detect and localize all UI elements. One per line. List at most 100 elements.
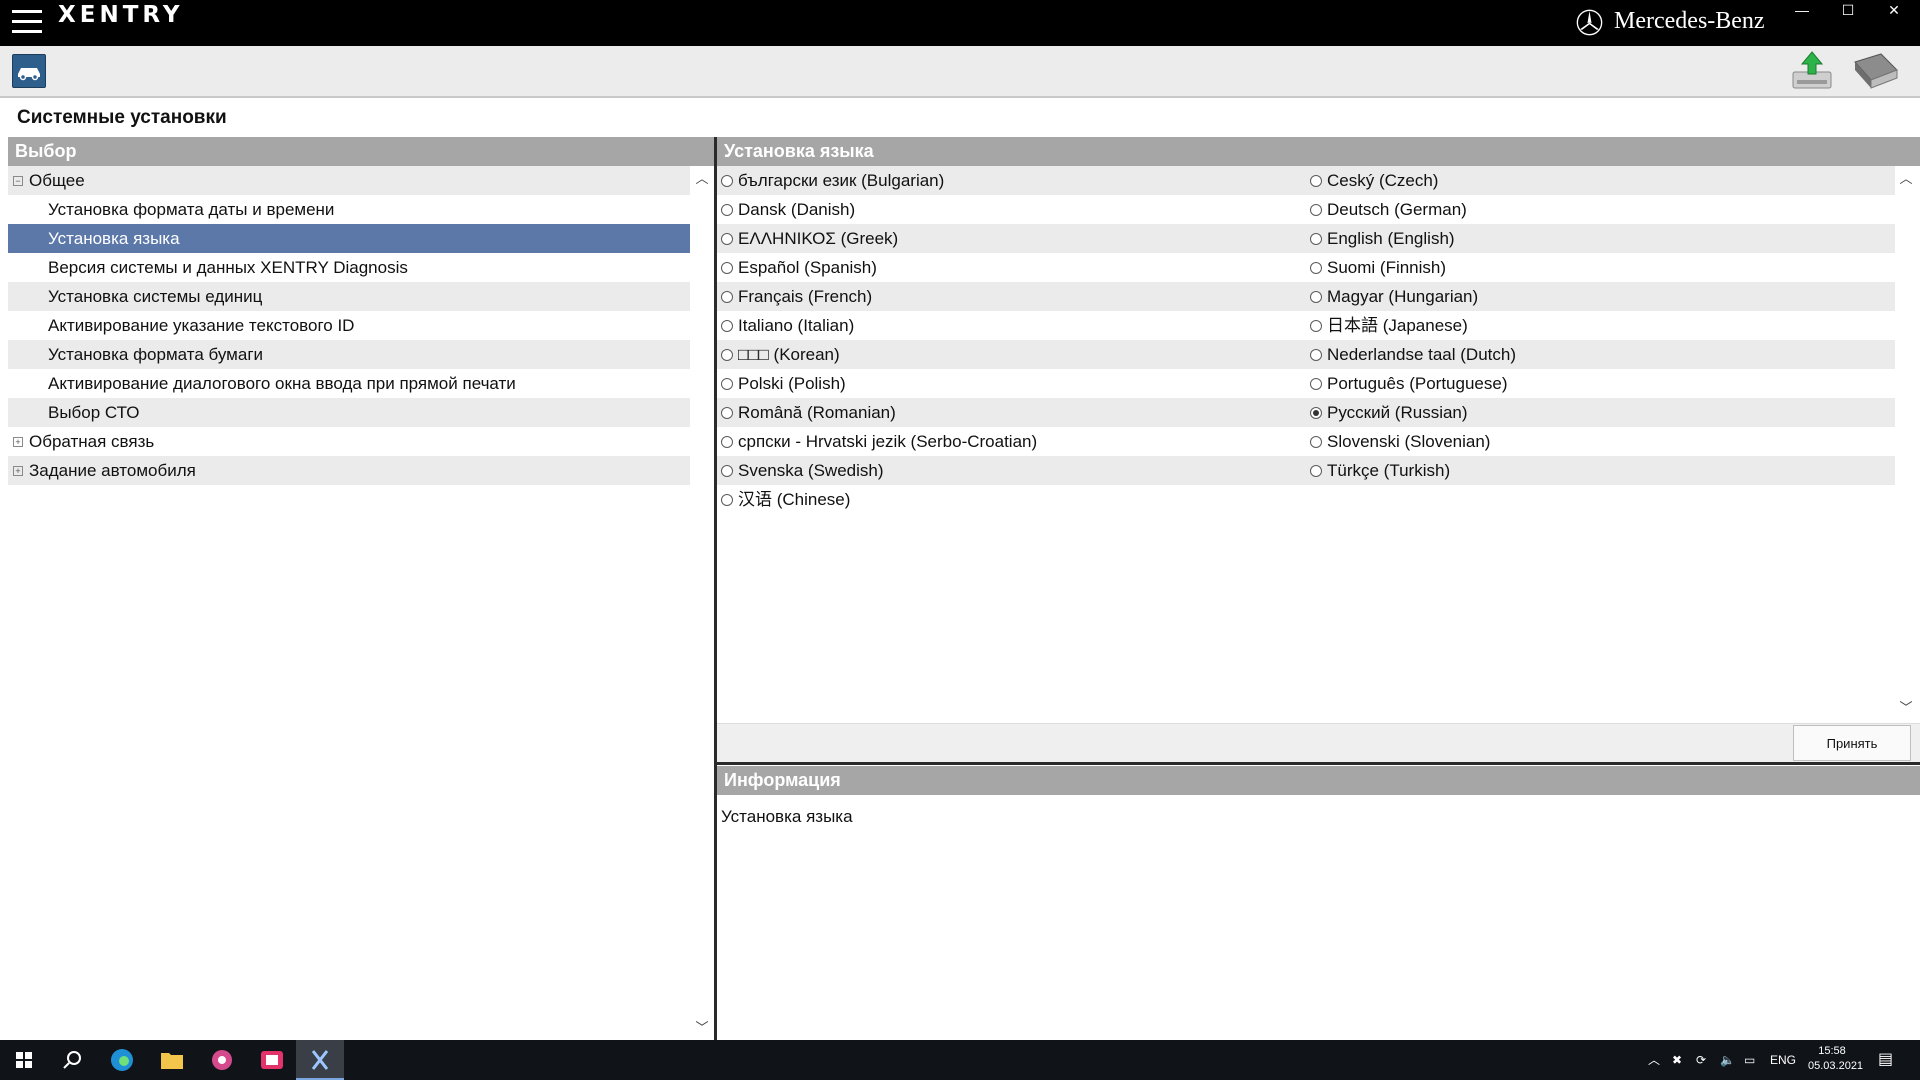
tree-item[interactable]: Активирование диалогового окна ввода при… <box>8 369 690 398</box>
expand-icon[interactable]: + <box>13 437 23 447</box>
language-option[interactable]: Français (French) <box>717 282 1306 311</box>
taskbar-explorer[interactable] <box>148 1040 196 1080</box>
radio-button[interactable] <box>721 291 733 303</box>
radio-button[interactable] <box>721 436 733 448</box>
radio-button[interactable] <box>721 262 733 274</box>
taskbar-search-button[interactable] <box>48 1040 96 1080</box>
tree-item-label: Обратная связь <box>29 432 155 451</box>
tree-item[interactable]: − Общее <box>8 166 690 195</box>
language-option[interactable]: српски - Hrvatski jezik (Serbo-Croatian) <box>717 427 1306 456</box>
radio-button[interactable] <box>1310 204 1322 216</box>
language-label: српски - Hrvatski jezik (Serbo-Croatian) <box>738 432 1038 451</box>
language-label: □□□ (Korean) <box>738 345 840 364</box>
radio-button[interactable] <box>721 378 733 390</box>
tree-item[interactable]: + Задание автомобиля <box>8 456 690 485</box>
input-language[interactable]: ENG <box>1770 1040 1796 1080</box>
radio-button[interactable] <box>721 233 733 245</box>
language-label: български език (Bulgarian) <box>738 171 945 190</box>
start-button[interactable] <box>0 1040 48 1080</box>
mercedes-star-icon <box>1576 9 1603 36</box>
radio-button[interactable] <box>1310 378 1322 390</box>
radio-button[interactable] <box>721 407 733 419</box>
language-option[interactable]: 汉语 (Chinese) <box>717 485 1306 514</box>
taskbar-edge[interactable] <box>98 1040 146 1080</box>
language-option[interactable]: Slovenski (Slovenian) <box>1306 427 1895 456</box>
taskbar-xentry[interactable] <box>296 1040 344 1080</box>
minimize-button[interactable]: — <box>1780 0 1824 22</box>
radio-button[interactable] <box>721 465 733 477</box>
radio-button[interactable] <box>1310 262 1322 274</box>
windows-icon <box>16 1052 32 1068</box>
language-scroll-down-icon[interactable]: ﹀ <box>1898 700 1914 716</box>
radio-button[interactable] <box>1310 436 1322 448</box>
network-icon[interactable]: ▭ <box>1744 1040 1755 1080</box>
accept-button[interactable]: Принять <box>1793 725 1911 761</box>
page-title: Системные установки <box>17 107 227 128</box>
tree-item[interactable]: Установка формата бумаги <box>8 340 690 369</box>
tray-overflow-icon[interactable]: ︿ <box>1648 1040 1660 1080</box>
radio-button[interactable] <box>721 175 733 187</box>
language-option[interactable]: Português (Portuguese) <box>1306 369 1895 398</box>
volume-icon[interactable]: 🔈 <box>1720 1040 1735 1080</box>
language-option[interactable]: Svenska (Swedish) <box>717 456 1306 485</box>
tree-item[interactable]: Версия системы и данных XENTRY Diagnosis <box>8 253 690 282</box>
language-option[interactable]: Türkçe (Turkish) <box>1306 456 1895 485</box>
vehicle-button[interactable] <box>12 54 46 88</box>
language-row: Polski (Polish) Português (Portuguese) <box>717 369 1895 398</box>
language-option[interactable]: Nederlandse taal (Dutch) <box>1306 340 1895 369</box>
language-option[interactable]: Ceský (Czech) <box>1306 166 1895 195</box>
tree-item-label: Активирование диалогового окна ввода при… <box>48 374 516 393</box>
expand-icon[interactable]: + <box>13 466 23 476</box>
tray-sync-icon[interactable]: ⟳ <box>1696 1040 1706 1080</box>
close-button[interactable]: ✕ <box>1872 0 1916 22</box>
tray-app-icon[interactable]: ✖ <box>1672 1040 1682 1080</box>
scroll-up-arrow-icon[interactable]: ︿ <box>694 171 710 187</box>
language-option[interactable]: 日本語 (Japanese) <box>1306 311 1895 340</box>
language-row: Español (Spanish) Suomi (Finnish) <box>717 253 1895 282</box>
radio-button[interactable] <box>721 349 733 361</box>
manual-button[interactable] <box>1851 50 1901 92</box>
language-option[interactable]: Română (Romanian) <box>717 398 1306 427</box>
clock[interactable]: 15:58 05.03.2021 <box>1808 1044 1863 1074</box>
language-option[interactable]: Italiano (Italian) <box>717 311 1306 340</box>
language-option[interactable]: Suomi (Finnish) <box>1306 253 1895 282</box>
tree-item[interactable]: Установка системы единиц <box>8 282 690 311</box>
scroll-down-arrow-icon[interactable]: ﹀ <box>694 1020 710 1036</box>
collapse-icon[interactable]: − <box>13 176 23 186</box>
radio-button[interactable] <box>1310 407 1322 419</box>
radio-button[interactable] <box>1310 349 1322 361</box>
radio-button[interactable] <box>1310 465 1322 477</box>
language-option[interactable]: □□□ (Korean) <box>717 340 1306 369</box>
tree-item[interactable]: Выбор СТО <box>8 398 690 427</box>
radio-button[interactable] <box>721 204 733 216</box>
language-option[interactable]: Magyar (Hungarian) <box>1306 282 1895 311</box>
language-scroll-up-icon[interactable]: ︿ <box>1898 171 1914 187</box>
radio-button[interactable] <box>1310 233 1322 245</box>
language-option[interactable]: български език (Bulgarian) <box>717 166 1306 195</box>
radio-button[interactable] <box>1310 320 1322 332</box>
language-label: Slovenski (Slovenian) <box>1327 432 1491 451</box>
radio-button[interactable] <box>721 320 733 332</box>
tree-item[interactable]: Установка языка <box>8 224 690 253</box>
tree-item[interactable]: + Обратная связь <box>8 427 690 456</box>
maximize-button[interactable]: ☐ <box>1826 0 1870 22</box>
language-option[interactable]: Deutsch (German) <box>1306 195 1895 224</box>
settings-tree: − Общее Установка формата даты и времени Ус… <box>8 166 690 485</box>
language-option[interactable]: English (English) <box>1306 224 1895 253</box>
language-option[interactable]: Español (Spanish) <box>717 253 1306 282</box>
notifications-icon[interactable]: ▤ <box>1878 1040 1893 1080</box>
language-option[interactable]: Polski (Polish) <box>717 369 1306 398</box>
radio-button[interactable] <box>1310 291 1322 303</box>
upload-button[interactable] <box>1790 50 1834 92</box>
language-option[interactable]: ΕΛΛΗΝΙΚΟΣ (Greek) <box>717 224 1306 253</box>
language-list: български език (Bulgarian) Ceský (Czech) D… <box>717 166 1895 514</box>
language-option[interactable]: Dansk (Danish) <box>717 195 1306 224</box>
taskbar-app-2[interactable] <box>248 1040 296 1080</box>
radio-button[interactable] <box>721 494 733 506</box>
taskbar-app-1[interactable] <box>198 1040 246 1080</box>
hamburger-menu-icon[interactable] <box>12 10 42 34</box>
radio-button[interactable] <box>1310 175 1322 187</box>
language-option[interactable]: Русский (Russian) <box>1306 398 1895 427</box>
tree-item[interactable]: Активирование указание текстового ID <box>8 311 690 340</box>
tree-item[interactable]: Установка формата даты и времени <box>8 195 690 224</box>
